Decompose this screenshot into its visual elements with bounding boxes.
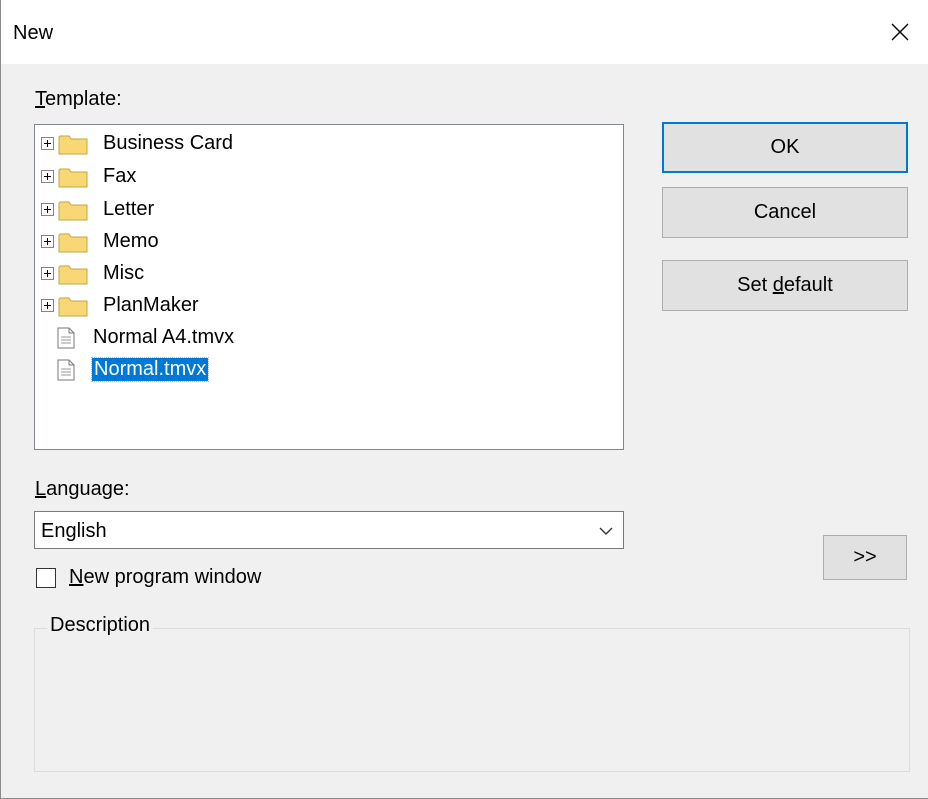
chevron-down-icon: [599, 527, 613, 535]
folder-icon: [58, 265, 88, 285]
tree-item-label: PlanMaker: [103, 294, 199, 316]
cancel-button[interactable]: Cancel: [662, 187, 908, 238]
tree-item-label: Business Card: [103, 132, 234, 154]
language-select[interactable]: English: [34, 511, 624, 549]
document-icon: [57, 327, 75, 349]
tree-item-label: Memo: [103, 230, 159, 252]
tree-item-label: Misc: [103, 262, 145, 284]
window-title: New: [13, 22, 54, 44]
ok-button[interactable]: OK: [662, 122, 908, 173]
language-label: Language:: [35, 478, 130, 500]
title-bar: New: [1, 0, 928, 64]
folder-icon: [58, 233, 88, 253]
tree-item-label: Normal A4.tmvx: [93, 326, 235, 348]
tree-item-label: Fax: [103, 165, 137, 187]
close-icon: [891, 23, 909, 41]
expand-icon[interactable]: [41, 235, 54, 248]
folder-icon: [58, 168, 88, 188]
document-icon: [57, 359, 75, 381]
set-default-button[interactable]: Set d efault: [662, 260, 908, 311]
description-group: Description: [34, 614, 910, 772]
folder-icon: [58, 135, 88, 155]
expand-icon[interactable]: [41, 267, 54, 280]
new-dialog: New Template: Business Card Fax Letter M…: [0, 0, 928, 799]
more-button[interactable]: >>: [823, 535, 907, 580]
new-program-window-checkbox[interactable]: [36, 568, 56, 588]
template-tree[interactable]: Business Card Fax Letter Memo Misc PlanM…: [34, 124, 624, 450]
expand-icon[interactable]: [41, 203, 54, 216]
description-title: Description: [47, 614, 154, 637]
folder-icon: [58, 201, 88, 221]
expand-icon[interactable]: [41, 299, 54, 312]
language-value: English: [41, 520, 107, 542]
tree-item-label: Letter: [103, 198, 155, 220]
folder-icon: [58, 297, 88, 317]
expand-icon[interactable]: [41, 170, 54, 183]
template-label: Template:: [35, 88, 122, 110]
close-button[interactable]: [872, 0, 928, 64]
new-program-window-label[interactable]: New program window: [69, 566, 261, 589]
tree-item-label: Normal.tmvx: [90, 357, 210, 382]
expand-icon[interactable]: [41, 137, 54, 150]
